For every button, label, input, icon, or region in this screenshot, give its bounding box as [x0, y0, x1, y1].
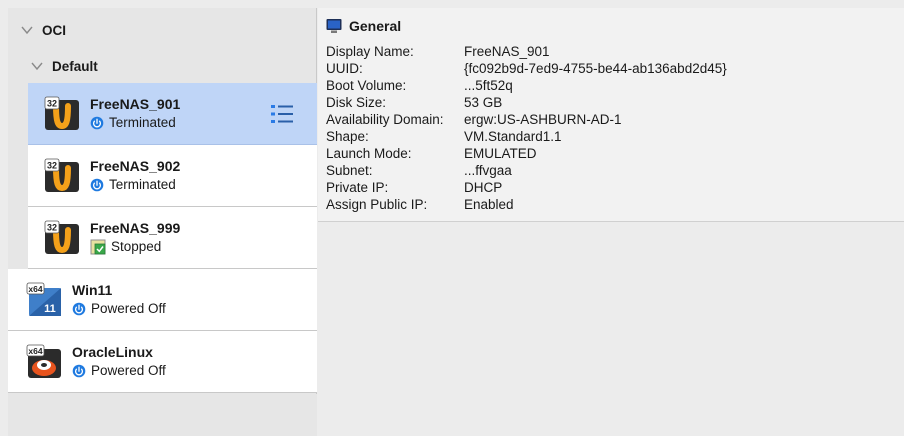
vm-list-empty-area: [8, 394, 317, 436]
vm-state-label: Powered Off: [91, 300, 166, 316]
detail-value: ...5ft52q: [464, 78, 513, 93]
details-pane: General Display Name: FreeNAS_901 UUID: {f…: [318, 8, 904, 436]
general-section-header[interactable]: General: [326, 16, 401, 36]
detail-row-uuid: UUID: {fc092b9d-7ed9-4755-be44-ab136abd2d…: [326, 60, 896, 77]
saved-state-icon: [90, 239, 106, 254]
detail-value: {fc092b9d-7ed9-4755-be44-ab136abd2d45}: [464, 61, 727, 76]
detail-key: Shape:: [326, 129, 369, 144]
detail-row-disk-size: Disk Size: 53 GB: [326, 94, 896, 111]
vm-row-freenas-901[interactable]: 32 FreeNAS_901 Terminated: [28, 83, 317, 145]
detail-value: VM.Standard1.1: [464, 129, 562, 144]
chevron-down-icon[interactable]: [20, 23, 34, 37]
detail-value: FreeNAS_901: [464, 44, 550, 59]
vm-state: Powered Off: [72, 361, 166, 381]
detail-key: Subnet:: [326, 163, 373, 178]
detail-value: EMULATED: [464, 146, 537, 161]
vm-row-oraclelinux[interactable]: x64 OracleLinux Powered Off: [8, 331, 317, 393]
detail-row-assign-public-ip: Assign Public IP: Enabled: [326, 196, 896, 213]
vm-state-label: Stopped: [111, 238, 162, 254]
detail-key: Assign Public IP:: [326, 197, 428, 212]
power-icon: [90, 116, 104, 129]
power-icon: [72, 302, 86, 315]
detail-value: 53 GB: [464, 95, 503, 110]
detail-row-private-ip: Private IP: DHCP: [326, 179, 896, 196]
detail-row-shape: Shape: VM.Standard1.1: [326, 128, 896, 145]
power-icon: [90, 178, 104, 191]
section-title: General: [349, 18, 402, 34]
detail-row-launch-mode: Launch Mode: EMULATED: [326, 145, 896, 162]
arch-badge: 32: [47, 160, 57, 170]
freebsd-os-icon: 32: [44, 96, 79, 130]
detail-row-availability-domain: Availability Domain: ergw:US-ASHBURN-AD-1: [326, 111, 896, 128]
detail-key: Launch Mode:: [326, 146, 412, 161]
list-menu-icon[interactable]: [269, 101, 295, 127]
detail-value: Enabled: [464, 197, 514, 212]
group-label-oci: OCI: [42, 22, 67, 38]
vm-name: FreeNAS_902: [90, 157, 181, 174]
group-header-default[interactable]: Default: [8, 48, 317, 84]
group-label-default: Default: [52, 58, 98, 74]
detail-key: Boot Volume:: [326, 78, 407, 93]
vm-state-label: Powered Off: [91, 362, 166, 378]
detail-value: DHCP: [464, 180, 503, 195]
vm-name: FreeNAS_901: [90, 95, 181, 112]
arch-badge: 32: [47, 98, 57, 108]
vm-state: Powered Off: [72, 299, 166, 319]
vm-row-freenas-902[interactable]: 32 FreeNAS_902 Terminated: [28, 145, 317, 207]
vm-state: Terminated: [90, 113, 180, 133]
vm-state: Stopped: [90, 237, 180, 257]
detail-row-boot-volume: Boot Volume: ...5ft52q: [326, 77, 896, 94]
os-version-badge: 11: [44, 303, 56, 315]
detail-row-subnet: Subnet: ...ffvgaa: [326, 162, 896, 179]
vm-name: FreeNAS_999: [90, 219, 181, 236]
detail-key: Display Name:: [326, 44, 414, 59]
vm-row-win11[interactable]: x64 11 Win11 Powered Off: [8, 269, 317, 331]
detail-row-display-name: Display Name: FreeNAS_901: [326, 43, 896, 60]
freebsd-os-icon: 32: [44, 158, 79, 192]
arch-badge: x64: [28, 283, 42, 293]
vm-state-label: Terminated: [109, 176, 176, 192]
freebsd-os-icon: 32: [44, 220, 79, 254]
vm-name: Win11: [72, 281, 113, 298]
monitor-icon: [326, 19, 342, 33]
general-section: General Display Name: FreeNAS_901 UUID: {f…: [318, 8, 904, 222]
oracle-linux-os-icon: x64: [26, 344, 61, 378]
power-icon: [72, 364, 86, 377]
arch-badge: x64: [28, 345, 42, 355]
detail-value: ergw:US-ASHBURN-AD-1: [464, 112, 622, 127]
vm-list-pane: OCI Default 32 FreeNAS_901 Terminated 32…: [8, 8, 317, 436]
windows-11-os-icon: x64 11: [26, 282, 61, 316]
chevron-down-icon[interactable]: [30, 59, 44, 73]
vm-name: OracleLinux: [72, 343, 153, 360]
vm-row-freenas-999[interactable]: 32 FreeNAS_999 Stopped: [28, 207, 317, 269]
vm-state: Terminated: [90, 175, 180, 195]
vm-state-label: Terminated: [109, 114, 176, 130]
detail-key: Disk Size:: [326, 95, 387, 110]
arch-badge: 32: [47, 222, 57, 232]
detail-value: ...ffvgaa: [464, 163, 512, 178]
detail-key: UUID:: [326, 61, 363, 76]
group-header-oci[interactable]: OCI: [8, 12, 317, 48]
detail-key: Private IP:: [326, 180, 389, 195]
detail-key: Availability Domain:: [326, 112, 444, 127]
